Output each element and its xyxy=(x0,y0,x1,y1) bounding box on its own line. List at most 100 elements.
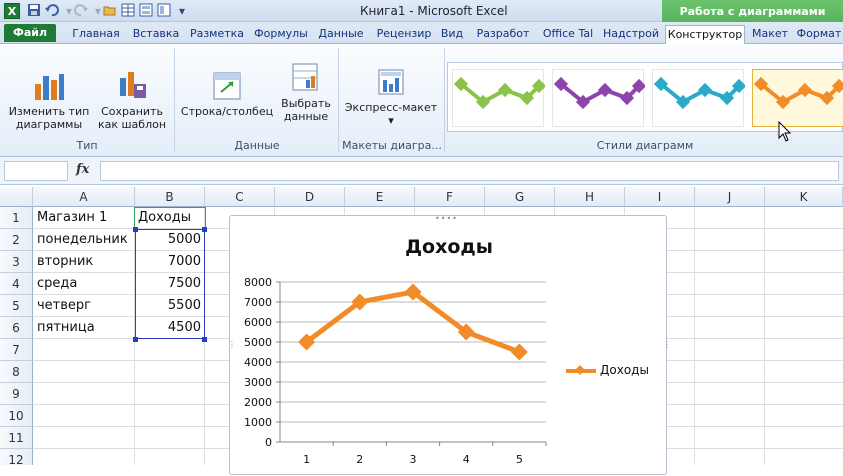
customize-icon[interactable]: ▾ xyxy=(174,3,190,19)
data-range-highlight[interactable] xyxy=(135,229,205,339)
column-header[interactable]: G xyxy=(485,187,555,207)
tab-file[interactable]: Файл xyxy=(4,24,56,42)
change-chart-type-button[interactable]: Изменить тип диаграммы xyxy=(4,70,94,131)
y-tick-label: 3000 xyxy=(244,376,272,389)
column-header[interactable]: I xyxy=(625,187,695,207)
x-tick-label: 4 xyxy=(463,453,470,466)
y-tick-label: 7000 xyxy=(244,296,272,309)
cell-a3[interactable]: вторник xyxy=(34,251,134,273)
column-header[interactable]: J xyxy=(695,187,765,207)
save-as-template-button[interactable]: Сохранить как шаблон xyxy=(94,70,170,131)
quick-layout-button[interactable]: Экспресс-макет ▾ xyxy=(341,66,441,127)
group-label-data: Данные xyxy=(234,139,280,152)
tab-office-tab[interactable]: Office Tal xyxy=(536,25,600,44)
column-header[interactable]: D xyxy=(275,187,345,207)
quick-layout-icon xyxy=(378,69,404,95)
chart-style-teal[interactable] xyxy=(652,69,747,127)
fx-icon[interactable]: fx xyxy=(76,162,89,177)
tab-developer[interactable]: Разработ xyxy=(472,25,534,44)
range-handle[interactable] xyxy=(133,227,138,232)
chart-style-purple[interactable] xyxy=(552,69,647,127)
name-box[interactable] xyxy=(4,161,68,181)
tab-data[interactable]: Данные xyxy=(314,25,368,44)
x-tick-label: 1 xyxy=(303,453,310,466)
row-header[interactable]: 5 xyxy=(0,295,33,317)
row-header[interactable]: 1 xyxy=(0,207,33,229)
select-data-button[interactable]: Выбрать данные xyxy=(276,62,336,123)
cell-a5[interactable]: четверг xyxy=(34,295,134,317)
row-header[interactable]: 8 xyxy=(0,361,33,383)
redo-icon[interactable] xyxy=(73,3,89,19)
plot-area[interactable]: 0 1000 2000 3000 4000 5000 6000 7000 8000 1 2 3 4 5 xyxy=(230,216,668,476)
tab-addins[interactable]: Надстрой xyxy=(600,25,662,44)
switch-row-column-icon xyxy=(213,72,241,100)
sheet-icon[interactable] xyxy=(156,3,172,19)
column-header[interactable]: E xyxy=(345,187,415,207)
excel-logo-icon: X xyxy=(4,3,20,19)
mouse-cursor-icon xyxy=(778,121,792,142)
chart-style-orange[interactable] xyxy=(752,69,843,127)
formula-input[interactable] xyxy=(100,161,839,181)
row-header[interactable]: 7 xyxy=(0,339,33,361)
row-header[interactable]: 10 xyxy=(0,405,33,427)
group-label-type: Тип xyxy=(76,139,98,152)
open-icon[interactable] xyxy=(102,3,118,19)
column-header[interactable]: A xyxy=(33,187,135,207)
row-header[interactable]: 6 xyxy=(0,317,33,339)
save-template-icon xyxy=(120,72,146,98)
y-tick-label: 1000 xyxy=(244,416,272,429)
tab-design[interactable]: Конструктор xyxy=(665,25,745,44)
select-all-corner[interactable] xyxy=(0,187,33,207)
column-header[interactable]: F xyxy=(415,187,485,207)
cell-a4[interactable]: среда xyxy=(34,273,134,295)
legend-label: Доходы xyxy=(600,363,649,377)
row-header[interactable]: 12 xyxy=(0,449,33,465)
x-tick-label: 5 xyxy=(516,453,523,466)
row-header[interactable]: 4 xyxy=(0,273,33,295)
tab-page-layout[interactable]: Разметка xyxy=(188,25,246,44)
row-header[interactable]: 2 xyxy=(0,229,33,251)
row-header[interactable]: 3 xyxy=(0,251,33,273)
y-tick-label: 8000 xyxy=(244,276,272,289)
sheet-icon[interactable] xyxy=(138,3,154,19)
group-separator xyxy=(174,48,175,152)
column-header[interactable]: C xyxy=(205,187,275,207)
formula-bar: fx xyxy=(0,157,843,185)
row-header[interactable]: 11 xyxy=(0,427,33,449)
cell-a6[interactable]: пятница xyxy=(34,317,134,339)
range-handle[interactable] xyxy=(202,337,207,342)
y-tick-label: 0 xyxy=(265,436,272,449)
ribbon-tabs: Файл Главная Вставка Разметка Формулы Да… xyxy=(0,22,843,44)
column-header[interactable]: B xyxy=(135,187,205,207)
x-tick-label: 2 xyxy=(356,453,363,466)
tab-review[interactable]: Рецензир xyxy=(372,25,436,44)
tab-home[interactable]: Главная xyxy=(70,25,122,44)
cell-a2[interactable]: понедельник xyxy=(34,229,134,251)
tab-layout[interactable]: Макет xyxy=(750,25,790,44)
tab-formulas[interactable]: Формулы xyxy=(251,25,311,44)
row-header[interactable]: 9 xyxy=(0,383,33,405)
group-separator xyxy=(338,48,339,152)
y-tick-label: 5000 xyxy=(244,336,272,349)
tab-view[interactable]: Вид xyxy=(438,25,466,44)
cell-a1[interactable]: Магазин 1 xyxy=(34,207,134,229)
tab-insert[interactable]: Вставка xyxy=(130,25,182,44)
select-data-icon xyxy=(292,63,318,91)
chart-style-green[interactable] xyxy=(452,69,547,127)
data-point-marker[interactable] xyxy=(510,343,528,361)
range-handle[interactable] xyxy=(202,227,207,232)
y-tick-label: 2000 xyxy=(244,396,272,409)
chart-object[interactable]: •••• ⋮ ⋮ Доходы 0 1000 2000 3000 4000 5000 600… xyxy=(228,215,671,476)
window-title: Книга1 - Microsoft Excel xyxy=(360,4,508,18)
undo-icon[interactable] xyxy=(44,3,60,19)
column-header[interactable]: K xyxy=(765,187,843,207)
save-icon[interactable] xyxy=(26,3,42,19)
tab-format[interactable]: Формат xyxy=(795,25,843,44)
column-header[interactable]: H xyxy=(555,187,625,207)
series-name-range-highlight xyxy=(134,207,206,229)
legend-marker xyxy=(566,365,596,375)
table-icon[interactable] xyxy=(120,3,136,19)
ribbon: Изменить тип диаграммы Сохранить как шаб… xyxy=(0,44,843,157)
range-handle[interactable] xyxy=(133,337,138,342)
switch-row-column-button[interactable]: Строка/столбец xyxy=(178,70,276,118)
